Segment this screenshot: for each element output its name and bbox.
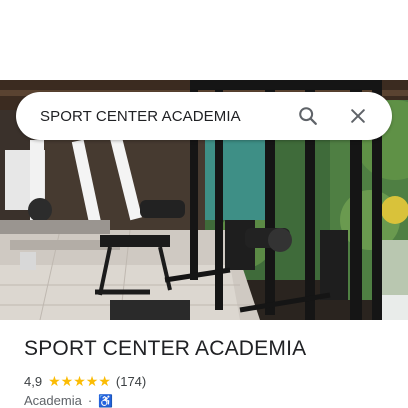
star-icon: ★ [48,373,61,389]
category-row: Academia · ♿ [24,393,113,408]
review-count[interactable]: (174) [116,374,146,389]
star-rating: ★ ★ ★ ★ ★ [48,374,111,388]
rating-value: 4,9 [24,373,43,389]
search-button[interactable] [288,96,328,136]
search-bar[interactable]: SPORT CENTER ACADEMIA [16,92,392,140]
star-icon: ★ [73,373,86,389]
separator: · [87,393,93,408]
search-input[interactable]: SPORT CENTER ACADEMIA [40,108,288,125]
close-icon [351,109,365,123]
star-icon: ★ [98,373,111,389]
top-blank-area [0,0,408,80]
place-title: SPORT CENTER ACADEMIA [24,337,307,360]
rating-row[interactable]: 4,9 ★ ★ ★ ★ ★ (174) [24,372,146,390]
place-category: Academia [24,393,82,408]
wheelchair-icon: ♿ [98,393,114,408]
search-icon [299,107,317,125]
star-icon: ★ [60,373,74,389]
clear-search-button[interactable] [338,96,378,136]
star-icon: ★ [85,373,99,389]
